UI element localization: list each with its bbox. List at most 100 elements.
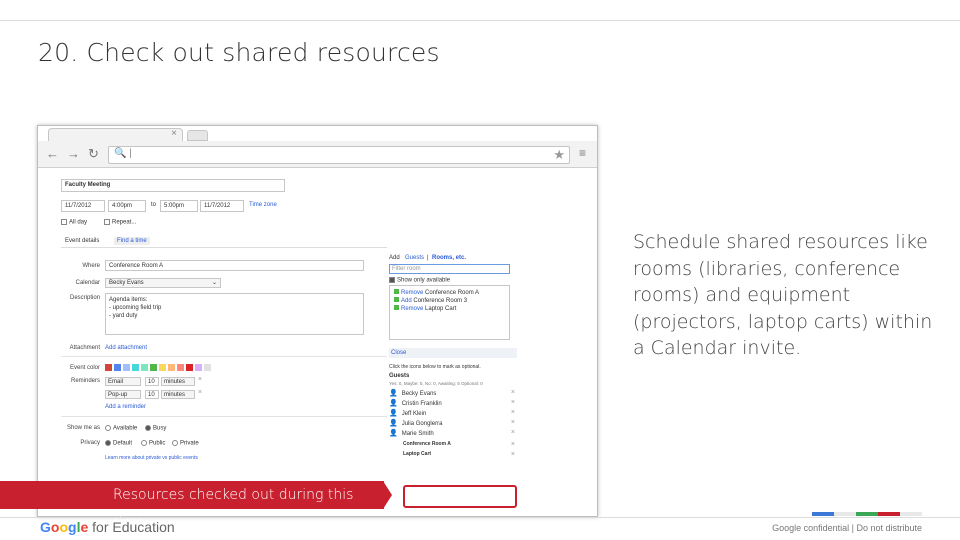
google-for-education-logo: Google for Education	[40, 519, 175, 535]
close-icon[interactable]: ×	[511, 441, 515, 448]
all-day-checkbox[interactable]: All day	[61, 219, 87, 226]
close-icon[interactable]: ×	[171, 128, 177, 139]
guests-tab[interactable]: Guests	[405, 255, 424, 261]
calendar-value: Becky Evans	[109, 280, 144, 286]
reminder-type-select[interactable]: Pop-up	[105, 390, 141, 399]
reminder-unit-select[interactable]: minutes	[161, 390, 195, 399]
person-icon[interactable]: 👤	[389, 429, 398, 437]
menu-icon[interactable]: ≡	[579, 146, 586, 160]
color-swatch[interactable]	[204, 364, 211, 371]
reminder-amount-input[interactable]: 10	[145, 377, 159, 386]
section-divider	[61, 356, 387, 357]
remove-room-link[interactable]: Remove	[401, 306, 423, 312]
end-date-input[interactable]: 11/7/2012	[200, 200, 244, 212]
color-swatch[interactable]	[168, 364, 175, 371]
privacy-public-label: Public	[149, 440, 166, 447]
close-icon[interactable]: ×	[511, 389, 515, 396]
time-zone-link[interactable]: Time zone	[249, 202, 277, 208]
privacy-default-radio[interactable]: Default	[105, 440, 132, 447]
privacy-public-radio[interactable]: Public	[141, 440, 165, 447]
close-icon[interactable]: ×	[511, 451, 515, 458]
browser-toolbar: ← → ↻ 🔍 | ★ ≡	[38, 141, 597, 168]
calendar-select[interactable]: Becky Evans ⌄	[105, 278, 221, 288]
repeat-checkbox[interactable]: Repeat...	[104, 219, 136, 226]
guest-name: Cristin Franklin	[401, 401, 442, 407]
color-swatch[interactable]	[150, 364, 157, 371]
close-icon[interactable]: ×	[511, 409, 515, 416]
color-swatch[interactable]	[177, 364, 184, 371]
add-attachment-link[interactable]: Add attachment	[105, 345, 147, 351]
tab-find-a-time[interactable]: Find a time	[114, 237, 150, 245]
add-room-link[interactable]: Add	[401, 298, 412, 304]
forward-arrow-icon[interactable]: →	[67, 146, 80, 161]
reload-icon[interactable]: ↻	[88, 146, 99, 162]
table-row: Conference Room A ×	[403, 441, 515, 450]
description-line: Agenda items:	[109, 297, 148, 303]
privacy-private-radio[interactable]: Private	[172, 440, 199, 447]
close-icon[interactable]: ×	[198, 376, 202, 383]
person-icon[interactable]: 👤	[389, 399, 398, 407]
all-day-label: All day	[69, 219, 88, 226]
close-icon[interactable]: ×	[511, 399, 515, 406]
close-link[interactable]: Close	[391, 350, 406, 356]
close-icon[interactable]: ×	[511, 419, 515, 426]
for-education-text: for Education	[88, 519, 175, 535]
reminder-unit-select[interactable]: minutes	[161, 377, 195, 386]
color-swatch[interactable]	[195, 364, 202, 371]
browser-tab[interactable]: ×	[48, 128, 183, 142]
filter-room-placeholder: Filter room	[392, 266, 421, 272]
where-input[interactable]: Conference Room A	[105, 260, 364, 271]
list-item: Remove Laptop Cart	[394, 305, 456, 312]
busy-radio[interactable]: Busy	[145, 425, 166, 432]
rooms-tab[interactable]: Rooms, etc.	[432, 255, 466, 261]
table-row: 👤 Julia Gonglerra ×	[389, 419, 517, 429]
browser-window: × ← → ↻ 🔍 | ★ ≡ Faculty Meeting 11/7/201…	[37, 125, 598, 517]
start-time-input[interactable]: 4:00pm	[108, 200, 146, 212]
new-tab-button[interactable]	[187, 130, 208, 141]
person-icon[interactable]: 👤	[389, 389, 398, 397]
privacy-default-label: Default	[113, 440, 133, 447]
privacy-learn-more-link[interactable]: Learn more about private vs public event…	[105, 455, 198, 461]
color-swatch[interactable]	[123, 364, 130, 371]
available-label: Available	[113, 425, 138, 432]
resources-callout: Resources checked out during this time	[0, 481, 384, 531]
back-arrow-icon[interactable]: ←	[46, 146, 59, 161]
end-time-value: 5:00pm	[164, 203, 185, 209]
reminder-amount-input[interactable]: 10	[145, 390, 159, 399]
rsvp-counts: Yes: 0, Maybe: 0, No: 0, Awaiting: 5 Opt…	[389, 381, 483, 386]
person-icon[interactable]: 👤	[389, 409, 398, 417]
color-swatch[interactable]	[114, 364, 121, 371]
remove-room-link[interactable]: Remove	[401, 290, 423, 296]
color-swatch[interactable]	[159, 364, 166, 371]
show-only-available-checkbox[interactable]: Show only available	[389, 277, 450, 284]
top-divider	[0, 20, 960, 21]
table-row: Laptop Cart ×	[403, 451, 515, 460]
google-logo-text: Google	[40, 519, 89, 535]
add-reminder-link[interactable]: Add a reminder	[105, 404, 146, 410]
reminder-amount-value: 10	[148, 392, 155, 398]
room-name: Conference Room A	[425, 290, 480, 296]
description-textarea[interactable]: Agenda items: - upcoming field trip - ya…	[105, 293, 364, 335]
guest-name: Becky Evans	[401, 391, 437, 397]
resource-name: Laptop Cart	[403, 451, 432, 457]
filter-room-input[interactable]: Filter room	[389, 264, 510, 274]
event-color-label: Event color	[69, 365, 100, 371]
repeat-label: Repeat...	[112, 219, 137, 226]
close-icon[interactable]: ×	[511, 429, 515, 436]
event-title-input[interactable]: Faculty Meeting	[61, 179, 285, 192]
reminder-type-select[interactable]: Email	[105, 377, 141, 386]
slide-title: 20. Check out shared resources	[38, 38, 440, 67]
tab-event-details[interactable]: Event details	[65, 238, 99, 244]
star-icon[interactable]: ★	[553, 147, 565, 163]
reminder-type-value: Pop-up	[108, 392, 128, 398]
address-bar[interactable]: 🔍 | ★	[108, 146, 570, 164]
color-swatch[interactable]	[141, 364, 148, 371]
color-swatch[interactable]	[132, 364, 139, 371]
available-radio[interactable]: Available	[105, 425, 137, 432]
person-icon[interactable]: 👤	[389, 419, 398, 427]
start-date-input[interactable]: 11/7/2012	[61, 200, 105, 212]
end-time-input[interactable]: 5:00pm	[160, 200, 198, 212]
close-icon[interactable]: ×	[198, 389, 202, 396]
color-swatch[interactable]	[186, 364, 193, 371]
color-swatch[interactable]	[105, 364, 112, 371]
